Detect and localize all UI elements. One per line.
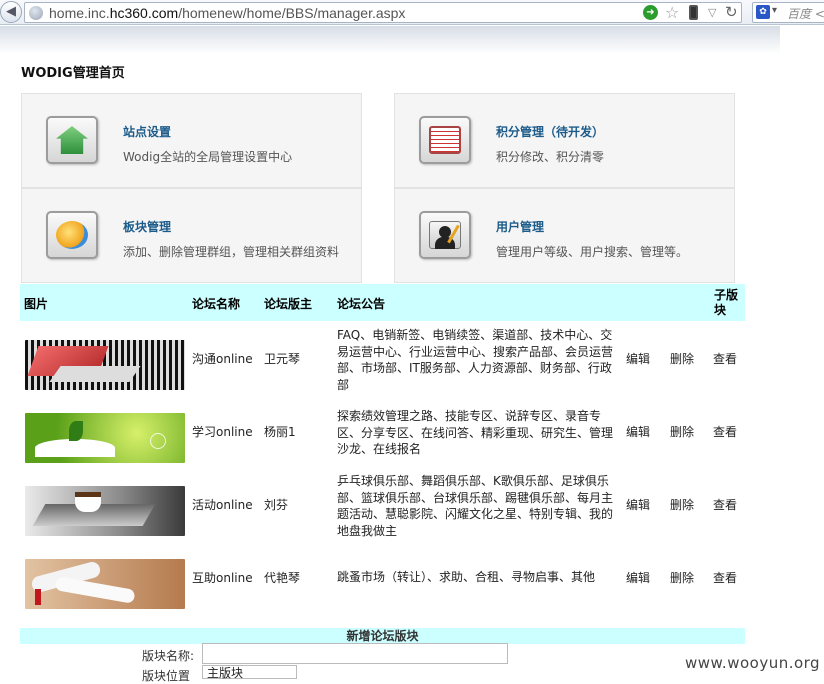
edit-button[interactable]: 编辑	[626, 496, 650, 513]
header-owner: 论坛版主	[264, 297, 313, 311]
browser-toolbar: ◀ home.inc.hc360.com/homenew/home/BBS/ma…	[0, 0, 824, 25]
panel-desc: Wodig全站的全局管理设置中心	[123, 150, 293, 164]
bookmark-star-icon[interactable]: ☆	[665, 3, 679, 22]
table-row: 活动online 刘芬 乒乓球俱乐部、舞蹈俱乐部、K歌俱乐部、足球俱乐部、篮球俱…	[20, 474, 745, 559]
book-sprout-image	[25, 413, 185, 463]
globe-icon	[29, 6, 43, 20]
forum-notice: 乒乓球俱乐部、舞蹈俱乐部、K歌俱乐部、足球俱乐部、篮球俱乐部、台球俱乐部、踢毽俱…	[337, 474, 614, 538]
new-board-title: 新增论坛版块	[20, 628, 745, 644]
forum-notice: 探索绩效管理之路、技能专区、说辞专区、录音专区、分享专区、在线问答、精彩重现、研…	[337, 409, 614, 456]
table-header: 图片 论坛名称 论坛版主 论坛公告 子版块	[20, 284, 745, 321]
delete-button[interactable]: 删除	[670, 350, 694, 367]
edit-button[interactable]: 编辑	[626, 423, 650, 440]
forum-name: 互助online	[192, 571, 253, 585]
forum-owner: 代艳琴	[264, 571, 301, 585]
forum-owner: 杨丽1	[264, 425, 296, 439]
watermark: www.wooyun.org	[685, 654, 821, 672]
panel-title[interactable]: 用户管理	[496, 218, 544, 235]
mobile-icon[interactable]	[689, 5, 698, 20]
delete-button[interactable]: 删除	[670, 569, 694, 586]
panel-desc: 积分修改、积分清零	[496, 150, 605, 164]
panel-title[interactable]: 板块管理	[123, 218, 171, 235]
laptop-image	[25, 340, 185, 390]
panel-user-management[interactable]: 用户管理 管理用户等级、用户搜索、管理等。	[394, 188, 735, 283]
reload-icon[interactable]: ↻	[725, 3, 738, 21]
panel-desc: 添加、删除管理群组，管理相关群组资料	[123, 245, 340, 259]
user-admin-icon	[419, 211, 471, 259]
chevron-down-icon[interactable]: ▽	[708, 6, 716, 19]
view-button[interactable]: 查看	[713, 423, 737, 440]
delete-button[interactable]: 删除	[670, 496, 694, 513]
search-input[interactable]: 百度 <	[787, 5, 824, 22]
search-engine-dropdown-icon[interactable]: ▾	[772, 5, 777, 16]
back-button[interactable]: ◀	[0, 1, 22, 23]
scrolls-image	[25, 559, 185, 609]
forum-name: 沟通online	[192, 352, 253, 366]
home-icon	[46, 116, 98, 164]
forum-owner: 刘芬	[264, 498, 289, 512]
delete-button[interactable]: 删除	[670, 423, 694, 440]
view-button[interactable]: 查看	[713, 496, 737, 513]
panel-title[interactable]: 站点设置	[123, 123, 171, 140]
header-sub: 子版块	[714, 288, 739, 317]
panel-site-settings[interactable]: 站点设置 Wodig全站的全局管理设置中心	[21, 93, 362, 188]
forum-owner: 卫元琴	[264, 352, 301, 366]
url-text: home.inc.hc360.com/homenew/home/BBS/mana…	[49, 5, 406, 21]
board-position-select[interactable]: 主版块	[202, 665, 297, 680]
search-box[interactable]: ✿ ▾ 百度 <	[752, 2, 824, 23]
edit-button[interactable]: 编辑	[626, 350, 650, 367]
page-title: WODIG管理首页	[21, 66, 125, 81]
panel-title[interactable]: 积分管理（待开发）	[496, 123, 604, 140]
refresh-arrows-icon	[46, 211, 98, 259]
board-position-label: 版块位置	[142, 669, 191, 683]
forum-notice: 跳蚤市场（转让）、求助、合租、寻物启事、其他	[337, 570, 596, 584]
forum-notice: FAQ、电销新签、电销续签、渠道部、技术中心、交易运营中心、行业运营中心、搜索产…	[337, 328, 614, 392]
view-button[interactable]: 查看	[713, 569, 737, 586]
go-arrow-icon[interactable]: ➜	[643, 5, 658, 20]
table-row: 互助online 代艳琴 跳蚤市场（转让）、求助、合租、寻物启事、其他 编辑 删…	[20, 559, 745, 632]
panel-board-management[interactable]: 板块管理 添加、删除管理群组，管理相关群组资料	[21, 188, 362, 283]
coffee-cup-image	[25, 486, 185, 536]
ledger-icon	[419, 116, 471, 164]
board-name-input[interactable]	[202, 643, 508, 664]
header-name: 论坛名称	[192, 297, 241, 311]
header-image: 图片	[24, 297, 49, 311]
panel-points[interactable]: 积分管理（待开发） 积分修改、积分清零	[394, 93, 735, 188]
baidu-paw-icon[interactable]: ✿	[756, 5, 770, 19]
board-name-label: 版块名称:	[142, 649, 195, 663]
address-bar[interactable]: home.inc.hc360.com/homenew/home/BBS/mana…	[24, 2, 742, 23]
view-button[interactable]: 查看	[713, 350, 737, 367]
panel-desc: 管理用户等级、用户搜索、管理等。	[496, 245, 689, 259]
header-notice: 论坛公告	[337, 297, 386, 311]
edit-button[interactable]: 编辑	[626, 569, 650, 586]
table-row: 沟通online 卫元琴 FAQ、电销新签、电销续签、渠道部、技术中心、交易运营…	[20, 328, 745, 413]
forum-name: 活动online	[192, 498, 253, 512]
forum-name: 学习online	[192, 425, 253, 439]
header-fade	[0, 26, 780, 54]
